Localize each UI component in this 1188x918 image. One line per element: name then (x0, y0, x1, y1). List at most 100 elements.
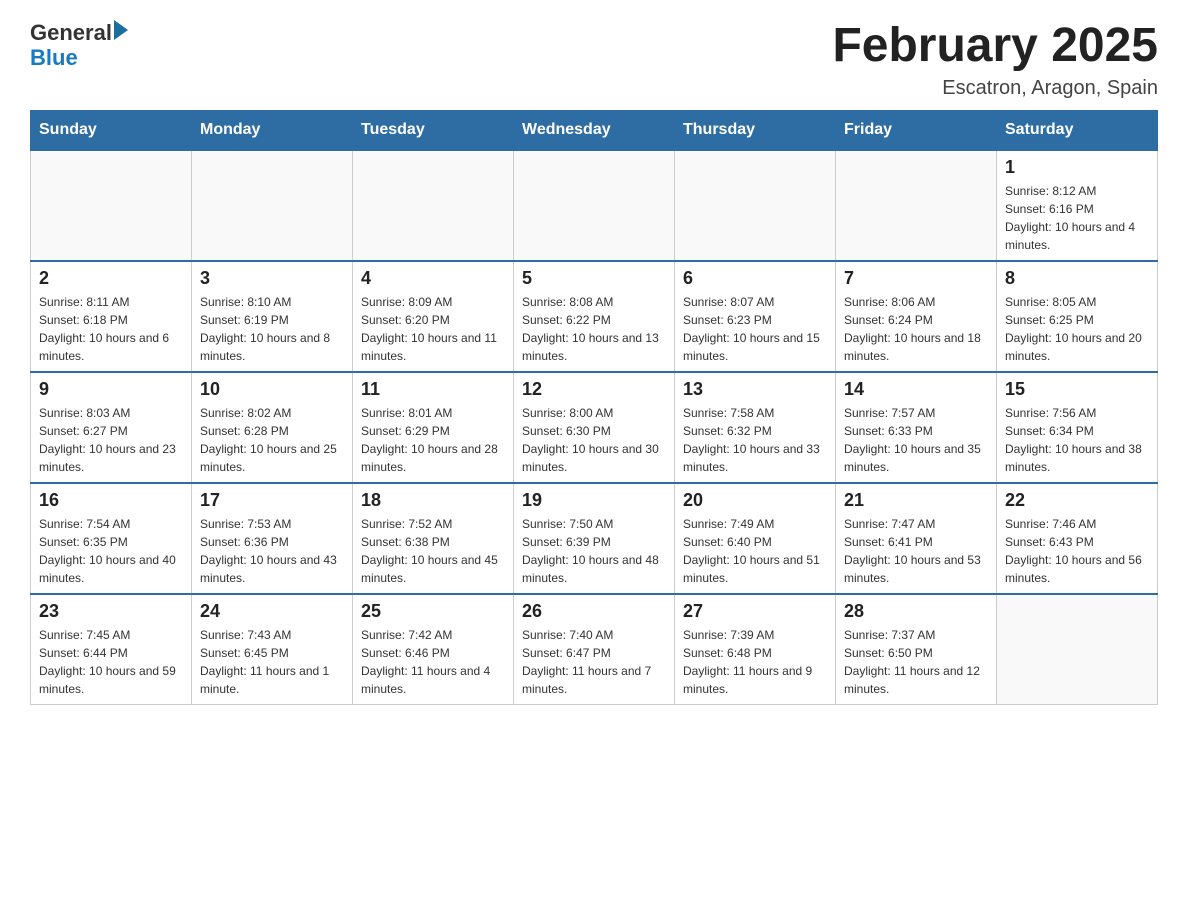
day-cell: 14 Sunrise: 7:57 AMSunset: 6:33 PMDayligh… (836, 372, 997, 483)
day-number: 19 (522, 490, 666, 511)
day-cell: 18 Sunrise: 7:52 AMSunset: 6:38 PMDayligh… (353, 483, 514, 594)
day-cell (192, 150, 353, 261)
day-number: 7 (844, 268, 988, 289)
column-header-wednesday: Wednesday (514, 110, 675, 150)
day-cell: 1Sunrise: 8:12 AMSunset: 6:16 PMDaylight… (997, 150, 1158, 261)
day-info: Sunrise: 7:46 AMSunset: 6:43 PMDaylight:… (1005, 515, 1149, 587)
day-cell: 10 Sunrise: 8:02 AMSunset: 6:28 PMDayligh… (192, 372, 353, 483)
month-title: February 2025 (832, 20, 1158, 73)
day-cell (836, 150, 997, 261)
day-cell: 8 Sunrise: 8:05 AMSunset: 6:25 PMDaylight… (997, 261, 1158, 372)
column-header-thursday: Thursday (675, 110, 836, 150)
day-info: Sunrise: 7:49 AMSunset: 6:40 PMDaylight:… (683, 515, 827, 587)
logo-arrow-icon (114, 20, 128, 40)
day-number: 15 (1005, 379, 1149, 400)
day-info: Sunrise: 7:57 AMSunset: 6:33 PMDaylight:… (844, 404, 988, 476)
day-info: Sunrise: 7:45 AMSunset: 6:44 PMDaylight:… (39, 626, 183, 698)
day-cell: 21 Sunrise: 7:47 AMSunset: 6:41 PMDayligh… (836, 483, 997, 594)
day-number: 22 (1005, 490, 1149, 511)
day-info: Sunrise: 7:56 AMSunset: 6:34 PMDaylight:… (1005, 404, 1149, 476)
day-cell: 7 Sunrise: 8:06 AMSunset: 6:24 PMDaylight… (836, 261, 997, 372)
day-number: 20 (683, 490, 827, 511)
day-info: Sunrise: 8:06 AMSunset: 6:24 PMDaylight:… (844, 293, 988, 365)
column-header-saturday: Saturday (997, 110, 1158, 150)
day-cell: 19 Sunrise: 7:50 AMSunset: 6:39 PMDayligh… (514, 483, 675, 594)
day-cell: 3 Sunrise: 8:10 AMSunset: 6:19 PMDaylight… (192, 261, 353, 372)
day-number: 23 (39, 601, 183, 622)
day-cell: 9 Sunrise: 8:03 AMSunset: 6:27 PMDaylight… (31, 372, 192, 483)
day-number: 18 (361, 490, 505, 511)
day-cell: 6Sunrise: 8:07 AMSunset: 6:23 PMDaylight… (675, 261, 836, 372)
column-header-sunday: Sunday (31, 110, 192, 150)
week-row-3: 9 Sunrise: 8:03 AMSunset: 6:27 PMDaylight… (31, 372, 1158, 483)
logo-general: General (30, 21, 112, 45)
day-number: 3 (200, 268, 344, 289)
day-info: Sunrise: 8:01 AMSunset: 6:29 PMDaylight:… (361, 404, 505, 476)
day-number: 17 (200, 490, 344, 511)
week-row-4: 16Sunrise: 7:54 AMSunset: 6:35 PMDayligh… (31, 483, 1158, 594)
day-cell (514, 150, 675, 261)
day-cell: 4 Sunrise: 8:09 AMSunset: 6:20 PMDaylight… (353, 261, 514, 372)
day-number: 10 (200, 379, 344, 400)
day-number: 1 (1005, 157, 1149, 178)
day-cell (675, 150, 836, 261)
calendar-table: SundayMondayTuesdayWednesdayThursdayFrid… (30, 110, 1158, 705)
day-number: 2 (39, 268, 183, 289)
day-number: 24 (200, 601, 344, 622)
day-number: 9 (39, 379, 183, 400)
page-header: General Blue February 2025 Escatron, Ara… (30, 20, 1158, 100)
day-number: 12 (522, 379, 666, 400)
day-cell: 2 Sunrise: 8:11 AMSunset: 6:18 PMDaylight… (31, 261, 192, 372)
week-row-2: 2 Sunrise: 8:11 AMSunset: 6:18 PMDaylight… (31, 261, 1158, 372)
day-number: 8 (1005, 268, 1149, 289)
day-number: 11 (361, 379, 505, 400)
day-cell: 23 Sunrise: 7:45 AMSunset: 6:44 PMDayligh… (31, 594, 192, 705)
day-number: 4 (361, 268, 505, 289)
day-info: Sunrise: 8:00 AMSunset: 6:30 PMDaylight:… (522, 404, 666, 476)
calendar-header-row: SundayMondayTuesdayWednesdayThursdayFrid… (31, 110, 1158, 150)
day-number: 25 (361, 601, 505, 622)
day-number: 26 (522, 601, 666, 622)
day-info: Sunrise: 7:37 AMSunset: 6:50 PMDaylight:… (844, 626, 988, 698)
day-number: 28 (844, 601, 988, 622)
day-info: Sunrise: 8:09 AMSunset: 6:20 PMDaylight:… (361, 293, 505, 365)
day-number: 27 (683, 601, 827, 622)
day-cell (353, 150, 514, 261)
day-cell: 24Sunrise: 7:43 AMSunset: 6:45 PMDayligh… (192, 594, 353, 705)
day-cell: 16Sunrise: 7:54 AMSunset: 6:35 PMDayligh… (31, 483, 192, 594)
location: Escatron, Aragon, Spain (832, 77, 1158, 100)
title-section: February 2025 Escatron, Aragon, Spain (832, 20, 1158, 100)
day-number: 14 (844, 379, 988, 400)
day-info: Sunrise: 7:42 AMSunset: 6:46 PMDaylight:… (361, 626, 505, 698)
day-cell: 13Sunrise: 7:58 AMSunset: 6:32 PMDayligh… (675, 372, 836, 483)
day-info: Sunrise: 8:10 AMSunset: 6:19 PMDaylight:… (200, 293, 344, 365)
day-info: Sunrise: 8:02 AMSunset: 6:28 PMDaylight:… (200, 404, 344, 476)
day-info: Sunrise: 8:07 AMSunset: 6:23 PMDaylight:… (683, 293, 827, 365)
day-cell: 15 Sunrise: 7:56 AMSunset: 6:34 PMDayligh… (997, 372, 1158, 483)
day-cell: 27Sunrise: 7:39 AMSunset: 6:48 PMDayligh… (675, 594, 836, 705)
day-number: 5 (522, 268, 666, 289)
day-info: Sunrise: 7:50 AMSunset: 6:39 PMDaylight:… (522, 515, 666, 587)
day-cell: 12 Sunrise: 8:00 AMSunset: 6:30 PMDayligh… (514, 372, 675, 483)
day-info: Sunrise: 8:03 AMSunset: 6:27 PMDaylight:… (39, 404, 183, 476)
day-info: Sunrise: 7:52 AMSunset: 6:38 PMDaylight:… (361, 515, 505, 587)
day-cell (997, 594, 1158, 705)
day-cell (31, 150, 192, 261)
day-cell: 17 Sunrise: 7:53 AMSunset: 6:36 PMDayligh… (192, 483, 353, 594)
week-row-5: 23 Sunrise: 7:45 AMSunset: 6:44 PMDayligh… (31, 594, 1158, 705)
day-info: Sunrise: 7:58 AMSunset: 6:32 PMDaylight:… (683, 404, 827, 476)
day-info: Sunrise: 8:05 AMSunset: 6:25 PMDaylight:… (1005, 293, 1149, 365)
day-info: Sunrise: 7:54 AMSunset: 6:35 PMDaylight:… (39, 515, 183, 587)
column-header-monday: Monday (192, 110, 353, 150)
day-cell: 26Sunrise: 7:40 AMSunset: 6:47 PMDayligh… (514, 594, 675, 705)
day-info: Sunrise: 8:08 AMSunset: 6:22 PMDaylight:… (522, 293, 666, 365)
day-number: 21 (844, 490, 988, 511)
column-header-tuesday: Tuesday (353, 110, 514, 150)
day-info: Sunrise: 7:53 AMSunset: 6:36 PMDaylight:… (200, 515, 344, 587)
day-cell: 11 Sunrise: 8:01 AMSunset: 6:29 PMDayligh… (353, 372, 514, 483)
day-info: Sunrise: 7:47 AMSunset: 6:41 PMDaylight:… (844, 515, 988, 587)
day-info: Sunrise: 8:11 AMSunset: 6:18 PMDaylight:… (39, 293, 183, 365)
day-cell: 28 Sunrise: 7:37 AMSunset: 6:50 PMDayligh… (836, 594, 997, 705)
column-header-friday: Friday (836, 110, 997, 150)
logo-blue: Blue (30, 46, 128, 70)
